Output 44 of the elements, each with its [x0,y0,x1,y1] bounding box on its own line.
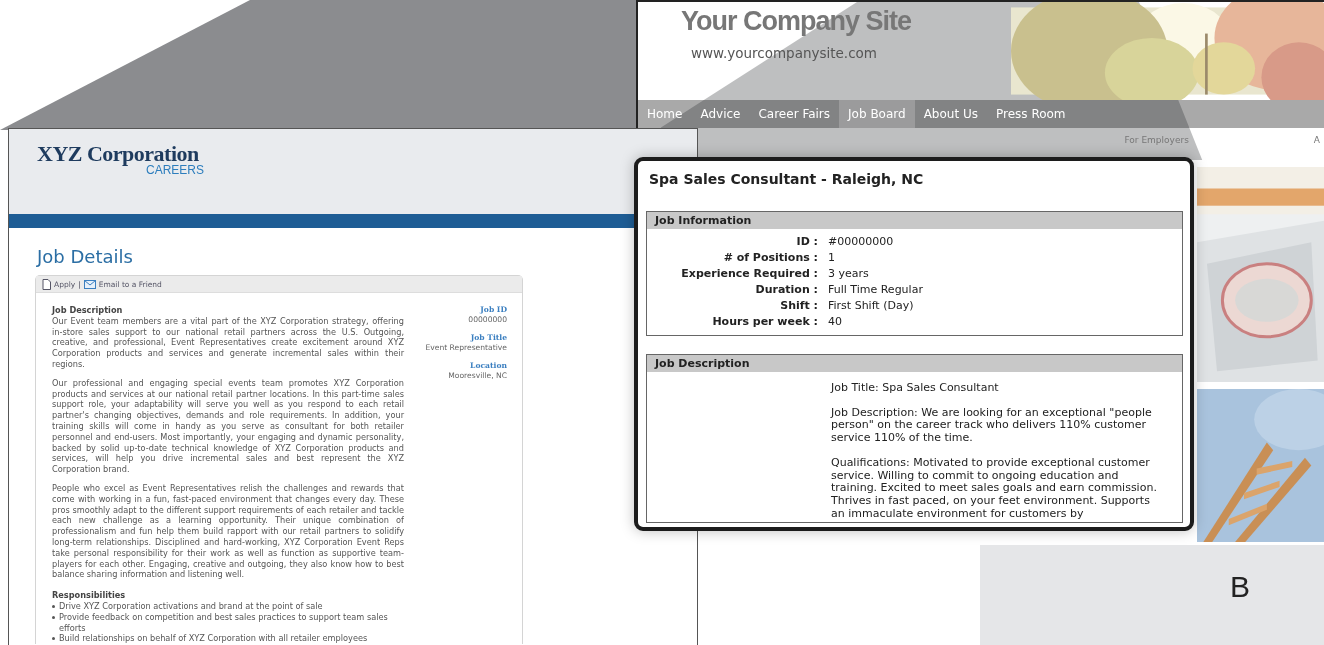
field-value: 40 [828,315,843,329]
field-label: Shift : [779,299,818,313]
description-paragraph: Job Title: Spa Sales Consultant [831,382,1000,395]
field-value: 1 [828,251,836,265]
field-value: Full Time Regular [828,283,924,297]
field-label: Hours per week : [711,315,818,329]
panel-header: Job Description [647,355,1182,372]
description-paragraph: Our Event team members are a vital part of the XYZ Corporation strategy, offering in-store sales support to our national retail partners across the U.S. Outgoing, creative, and professional, Event Representatives create excitement around XYZ Corporation products and services and generate incremental sales within their regions. [52,315,404,370]
responsibility-item: Provide feedback on competition and best sales practices to support team sales efforts [59,611,389,634]
nav-tab[interactable]: Advice [691,100,750,128]
nav-tab[interactable]: About Us [914,100,987,128]
field-value: First Shift (Day) [828,299,915,313]
field-label: ID : [795,235,818,249]
description-paragraph: People who excel as Event Representatives relish the challenges and rewards that come with working in a fun, fast-paced environment that changes every day. These pros smoothly adapt to the different support requirements of each retailer and tackle each new challenge as a learning opportunity. Their unique combination of professionalism and fun help them build rapport with our retail partners to solidify long-term relationships. Disciplined and hard-working, XYZ Corporation Event Reps take personal responsibility for their work as well as function as supportive team-players for each other. Engaging, creative and outgoing, they also know how to best balance sharing information and listening well. [52,482,404,581]
utility-link[interactable]: A [1313,135,1320,145]
site-title: Your Company Site [681,6,913,37]
utility-link[interactable]: For Employers [1124,135,1189,145]
page-heading: Job Details [37,246,134,267]
description-paragraph: Qualifications: Motivated to provide exceptional customer service. Willing to commit to ongoing education and training. Excited to meet sales goals and earn commission. Thrives in fast paced, on your feet environment. Supports an immaculate environment for customers by [831,456,1158,521]
description-paragraph: Job Description: We are looking for an exceptional "people person" on the career track who delivers 110% customer service 110% of the time. [831,406,1153,445]
nav-tab[interactable]: Career Fairs [749,100,840,128]
nav-tab[interactable]: Home [638,100,692,128]
bullet-icon [52,615,55,619]
panel-header: Job Information [647,212,1182,229]
field-value: 3 years [828,267,870,281]
bullet-icon [52,637,55,641]
bullet-icon [52,604,55,608]
field-value: #00000000 [828,235,895,249]
field-label: Duration : [754,283,818,297]
envelope-icon [83,279,96,289]
figure-label: B [1230,570,1250,604]
logo-subtitle: CAREERS [146,163,204,177]
nav-tab[interactable]: Press Room [987,100,1075,128]
section-title: Responsibilities [52,590,127,601]
field-label: Experience Required : [680,267,818,281]
section-title: Job Description [52,305,124,316]
job-title: Spa Sales Consultant - Raleigh, NC [649,171,925,187]
document-icon [42,278,51,290]
responsibility-item: Build relationships on behalf of XYZ Corporation with all retailer employees [59,633,368,645]
nav-tab[interactable]: Job Board [839,100,915,128]
description-paragraph: Our professional and engaging special events team promotes XYZ Corporation products and services at our national retail partner locations. In this part-time sales support role, your adaptability will serve you well as you respond to each retail partner's changing objectives, demands and role requirements. In addition, your training skills will come in handy as you serve as consultant for both retailer personnel and end-users. Most importantly, your engaging and dynamic personality, backed by solid up-to-date technical knowledge of XYZ Corporation products and services, will help you drive incremental sales and best represent the XYZ Corporation brand. [52,377,404,475]
company-logo: XYZ Corporation [37,141,199,166]
responsibility-item: Drive XYZ Corporation activations and brand at the point of sale [59,600,323,612]
field-label: # of Positions : [722,251,818,265]
